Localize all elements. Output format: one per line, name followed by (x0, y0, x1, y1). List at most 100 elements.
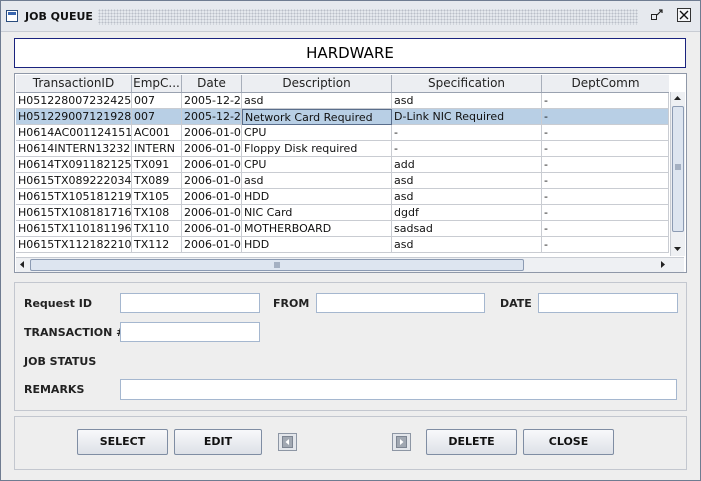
column-header-emp-code[interactable]: EmpC... (132, 75, 182, 92)
specification-cell[interactable]: add (392, 157, 542, 173)
request-id-field[interactable] (120, 293, 260, 313)
dept-comm-cell[interactable]: - (542, 109, 669, 125)
description-cell[interactable]: asd (242, 93, 392, 109)
column-header-description[interactable]: Description (242, 75, 392, 92)
emp-code-cell[interactable]: TX089 (132, 173, 182, 189)
transaction-id-cell[interactable]: H0615TX089222034 (16, 173, 132, 189)
table-row[interactable]: H0615TX110181196 TX110 2006-01-05 MOTHERBOA… (16, 221, 669, 237)
specification-cell[interactable]: asd (392, 189, 542, 205)
transaction-id-cell[interactable]: H0614AC001124151 (16, 125, 132, 141)
dept-comm-cell[interactable]: - (542, 189, 669, 205)
emp-code-cell[interactable]: 007 (132, 93, 182, 109)
transaction-id-cell[interactable]: H0614TX091182125 (16, 157, 132, 173)
description-cell[interactable]: CPU (242, 157, 392, 173)
specification-cell[interactable]: - (392, 125, 542, 141)
column-header-dept-comm[interactable]: DeptComm (542, 75, 669, 92)
date-field[interactable] (538, 293, 678, 313)
dept-comm-cell[interactable]: - (542, 205, 669, 221)
emp-code-cell[interactable]: INTERN (132, 141, 182, 157)
transaction-id-cell[interactable]: H0615TX112182210 (16, 237, 132, 253)
dept-comm-cell[interactable]: - (542, 93, 669, 109)
dept-comm-cell[interactable]: - (542, 141, 669, 157)
transaction-number-field[interactable] (120, 322, 260, 342)
request-form: Request ID FROM DATE TRANSACTION # JOB S… (14, 282, 687, 411)
transaction-id-cell[interactable]: H0615TX108181716 (16, 205, 132, 221)
restore-icon[interactable] (650, 8, 664, 22)
transaction-id-cell[interactable]: H0615TX105181219 (16, 189, 132, 205)
description-cell[interactable]: Network Card Required (242, 109, 392, 125)
description-cell[interactable]: HDD (242, 237, 392, 253)
date-cell[interactable]: 2006-01-05 (182, 237, 242, 253)
date-cell[interactable]: 2006-01-05 (182, 221, 242, 237)
description-cell[interactable]: asd (242, 173, 392, 189)
column-header-transaction-id[interactable]: TransactionID (16, 75, 132, 92)
column-header-specification[interactable]: Specification (392, 75, 542, 92)
emp-code-cell[interactable]: TX112 (132, 237, 182, 253)
edit-button[interactable]: EDIT (174, 429, 262, 455)
scroll-left-icon[interactable] (16, 258, 29, 271)
specification-cell[interactable]: D-Link NIC Required (392, 109, 542, 125)
date-cell[interactable]: 2006-01-04 (182, 157, 242, 173)
emp-code-cell[interactable]: 007 (132, 109, 182, 125)
dept-comm-cell[interactable]: - (542, 237, 669, 253)
horizontal-scroll-thumb[interactable] (30, 259, 524, 271)
table-row[interactable]: H0615TX105181219 TX105 2006-01-05 HDD asd - (16, 189, 669, 205)
description-cell[interactable]: NIC Card (242, 205, 392, 221)
table-row[interactable]: H0615TX089222034 TX089 2006-01-05 asd asd - (16, 173, 669, 189)
table-row[interactable]: H0615TX108181716 TX108 2006-01-05 NIC Card d… (16, 205, 669, 221)
description-cell[interactable]: MOTHERBOARD (242, 221, 392, 237)
close-button[interactable]: CLOSE (523, 429, 614, 455)
next-button[interactable] (392, 433, 411, 451)
transaction-id-cell[interactable]: H051229007121928 (16, 109, 132, 125)
emp-code-cell[interactable]: TX110 (132, 221, 182, 237)
description-cell[interactable]: Floppy Disk required (242, 141, 392, 157)
table-row[interactable]: H0614TX091182125 TX091 2006-01-04 CPU add - (16, 157, 669, 173)
vertical-scrollbar[interactable] (670, 92, 685, 256)
description-cell[interactable]: HDD (242, 189, 392, 205)
transaction-id-cell[interactable]: H051228007232425 (16, 93, 132, 109)
date-cell[interactable]: 2005-12-28 (182, 93, 242, 109)
specification-cell[interactable]: asd (392, 93, 542, 109)
table-row[interactable]: H051228007232425 007 2005-12-28 asd asd - (16, 93, 669, 109)
emp-code-cell[interactable]: AC001 (132, 125, 182, 141)
specification-cell[interactable]: dgdf (392, 205, 542, 221)
date-cell[interactable]: 2006-01-05 (182, 173, 242, 189)
date-cell[interactable]: 2006-01-05 (182, 189, 242, 205)
emp-code-cell[interactable]: TX105 (132, 189, 182, 205)
specification-cell[interactable]: sadsad (392, 221, 542, 237)
previous-button[interactable] (278, 433, 297, 451)
description-cell[interactable]: CPU (242, 125, 392, 141)
select-button[interactable]: SELECT (77, 429, 168, 455)
scroll-up-icon[interactable] (671, 92, 684, 105)
table-row[interactable]: H0614AC001124151 AC001 2006-01-04 CPU - - (16, 125, 669, 141)
remarks-field[interactable] (120, 379, 677, 400)
table-row[interactable]: H0615TX112182210 TX112 2006-01-05 HDD asd - (16, 237, 669, 253)
table-row[interactable]: H051229007121928 007 2005-12-29 Network Car… (16, 109, 669, 125)
vertical-scroll-thumb[interactable] (672, 106, 684, 232)
column-header-date[interactable]: Date (182, 75, 242, 92)
date-cell[interactable]: 2006-01-05 (182, 205, 242, 221)
date-cell[interactable]: 2005-12-29 (182, 109, 242, 125)
dept-comm-cell[interactable]: - (542, 173, 669, 189)
close-icon[interactable] (677, 8, 691, 22)
dept-comm-cell[interactable]: - (542, 125, 669, 141)
dept-comm-cell[interactable]: - (542, 157, 669, 173)
emp-code-cell[interactable]: TX091 (132, 157, 182, 173)
dept-comm-cell[interactable]: - (542, 221, 669, 237)
title-bar[interactable]: JOB QUEUE (1, 1, 700, 32)
table-row[interactable]: H0614INTERN132322 INTERN 2006-01-04 Floppy … (16, 141, 669, 157)
date-cell[interactable]: 2006-01-04 (182, 141, 242, 157)
transaction-number-label: TRANSACTION # (24, 326, 126, 339)
transaction-id-cell[interactable]: H0614INTERN132322 (16, 141, 132, 157)
emp-code-cell[interactable]: TX108 (132, 205, 182, 221)
specification-cell[interactable]: asd (392, 173, 542, 189)
transaction-id-cell[interactable]: H0615TX110181196 (16, 221, 132, 237)
horizontal-scrollbar[interactable] (16, 257, 684, 272)
from-field[interactable] (316, 293, 485, 313)
scroll-down-icon[interactable] (671, 242, 684, 255)
scroll-right-icon[interactable] (656, 258, 669, 271)
specification-cell[interactable]: - (392, 141, 542, 157)
specification-cell[interactable]: asd (392, 237, 542, 253)
delete-button[interactable]: DELETE (426, 429, 517, 455)
date-cell[interactable]: 2006-01-04 (182, 125, 242, 141)
